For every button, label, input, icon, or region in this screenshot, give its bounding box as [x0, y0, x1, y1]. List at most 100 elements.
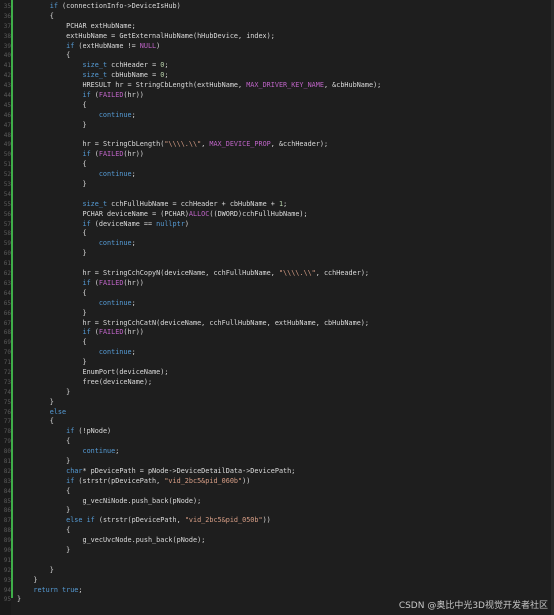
- line-number: 70: [3, 349, 11, 357]
- code-line[interactable]: 60 }: [0, 249, 554, 259]
- line-number: 60: [3, 250, 11, 258]
- code-line[interactable]: 88 {: [0, 526, 554, 536]
- line-number: 77: [3, 418, 11, 426]
- code-text: {: [66, 51, 71, 60]
- code-line[interactable]: 61: [0, 259, 554, 269]
- line-number: 67: [3, 319, 11, 327]
- code-line[interactable]: 42 size_t cbHubName = 0;: [0, 71, 554, 81]
- code-editor[interactable]: 35 if (connectionInfo->DeviceIsHub) 36 {3…: [0, 0, 554, 615]
- code-line[interactable]: 84 {: [0, 487, 554, 497]
- code-text: EnumPort(deviceName);: [82, 367, 169, 376]
- line-number: 44: [3, 92, 11, 100]
- code-line[interactable]: 38 extHubName = GetExternalHubName(hHubD…: [0, 32, 554, 42]
- code-line[interactable]: 66 }: [0, 309, 554, 319]
- code-line[interactable]: 55 size_t cchFullHubName = cchHeader + c…: [0, 200, 554, 210]
- code-line[interactable]: 67 hr = StringCchCatN(deviceName, cchFul…: [0, 319, 554, 329]
- code-line[interactable]: 48: [0, 131, 554, 141]
- code-text: }: [82, 249, 87, 258]
- line-number: 91: [3, 556, 11, 564]
- code-line[interactable]: 81 }: [0, 457, 554, 467]
- code-line[interactable]: 64 {: [0, 289, 554, 299]
- code-line[interactable]: 45 {: [0, 101, 554, 111]
- code-line[interactable]: 51 {: [0, 160, 554, 170]
- code-line[interactable]: 39 if (extHubName != NULL): [0, 42, 554, 52]
- line-number: 49: [3, 141, 11, 149]
- code-line[interactable]: 92 }: [0, 566, 554, 576]
- code-line[interactable]: 59 continue;: [0, 239, 554, 249]
- line-number: 63: [3, 279, 11, 287]
- code-text: }: [82, 120, 87, 129]
- code-text: {: [66, 526, 71, 535]
- code-text: if (connectionInfo->DeviceIsHub): [49, 2, 181, 10]
- code-line[interactable]: 80 continue;: [0, 447, 554, 457]
- code-text: {: [82, 288, 87, 297]
- code-line[interactable]: 49 hr = StringCbLength("\\\\.\\", MAX_DE…: [0, 140, 554, 150]
- code-line[interactable]: 37 PCHAR extHubName;: [0, 22, 554, 32]
- code-line[interactable]: 53 }: [0, 180, 554, 190]
- code-line[interactable]: 73 free(deviceName);: [0, 378, 554, 388]
- code-line[interactable]: 43 HRESULT hr = StringCbLength(extHubNam…: [0, 81, 554, 91]
- line-number: 76: [3, 408, 11, 416]
- code-line[interactable]: 69 {: [0, 338, 554, 348]
- line-number: 39: [3, 42, 11, 50]
- code-line[interactable]: 86 }: [0, 506, 554, 516]
- line-number: 88: [3, 527, 11, 535]
- line-number: 36: [3, 12, 11, 20]
- code-line[interactable]: 90 }: [0, 546, 554, 556]
- code-line[interactable]: 58 {: [0, 229, 554, 239]
- code-text: PCHAR deviceName = (PCHAR)ALLOC((DWORD)c…: [82, 209, 308, 218]
- line-number: 59: [3, 240, 11, 248]
- code-line[interactable]: 77 {: [0, 417, 554, 427]
- code-line[interactable]: 41 size_t cchHeader = 0;: [0, 61, 554, 71]
- code-line[interactable]: 47 }: [0, 121, 554, 131]
- code-line[interactable]: 87 else if (strstr(pDevicePath, "vid_2bc…: [0, 516, 554, 526]
- code-line[interactable]: 93 }: [0, 576, 554, 586]
- code-line[interactable]: 94 return true;: [0, 586, 554, 596]
- code-text: else: [49, 407, 67, 416]
- code-line[interactable]: 54: [0, 190, 554, 200]
- code-line[interactable]: 36 {: [0, 12, 554, 22]
- code-text: continue;: [98, 110, 136, 119]
- code-line[interactable]: 71 }: [0, 358, 554, 368]
- code-line[interactable]: 40 {: [0, 51, 554, 61]
- code-text: if (deviceName == nullptr): [82, 219, 189, 228]
- code-text: hr = StringCchCopyN(deviceName, cchFullH…: [82, 269, 369, 278]
- code-line[interactable]: 79 {: [0, 437, 554, 447]
- line-number: 90: [3, 546, 11, 554]
- code-line[interactable]: 75 }: [0, 398, 554, 408]
- code-line[interactable]: 50 if (FAILED(hr)): [0, 150, 554, 160]
- code-line[interactable]: 85 g_vecNiNode.push_back(pNode);: [0, 497, 554, 507]
- code-line[interactable]: 46 continue;: [0, 111, 554, 121]
- code-line[interactable]: 52 continue;: [0, 170, 554, 180]
- code-line[interactable]: 44 if (FAILED(hr)): [0, 91, 554, 101]
- code-text: continue;: [98, 298, 136, 307]
- code-line[interactable]: 82 char* pDevicePath = pNode->DeviceDeta…: [0, 467, 554, 477]
- code-line[interactable]: 63 if (FAILED(hr)): [0, 279, 554, 289]
- line-number: 37: [3, 22, 11, 30]
- code-text: size_t cbHubName = 0;: [82, 71, 169, 80]
- code-text: return true;: [33, 585, 83, 594]
- line-number: 84: [3, 487, 11, 495]
- code-line[interactable]: 91: [0, 556, 554, 566]
- code-line[interactable]: 57 if (deviceName == nullptr): [0, 220, 554, 230]
- code-line[interactable]: 76 else: [0, 408, 554, 418]
- code-line[interactable]: 72 EnumPort(deviceName);: [0, 368, 554, 378]
- code-line[interactable]: 74 }: [0, 388, 554, 398]
- code-area[interactable]: 35 if (connectionInfo->DeviceIsHub) 36 {3…: [0, 2, 554, 605]
- line-number: 62: [3, 270, 11, 278]
- code-line[interactable]: 56 PCHAR deviceName = (PCHAR)ALLOC((DWOR…: [0, 210, 554, 220]
- code-line[interactable]: 89 g_vecUvcNode.push_back(pNode);: [0, 536, 554, 546]
- code-line[interactable]: 35 if (connectionInfo->DeviceIsHub): [0, 2, 554, 12]
- code-line[interactable]: 65 continue;: [0, 299, 554, 309]
- line-number: 58: [3, 230, 11, 238]
- code-line[interactable]: 83 if (strstr(pDevicePath, "vid_2bc5&pid…: [0, 477, 554, 487]
- code-line[interactable]: 70 continue;: [0, 348, 554, 358]
- code-line[interactable]: 62 hr = StringCchCopyN(deviceName, cchFu…: [0, 269, 554, 279]
- line-number: 35: [3, 3, 11, 10]
- code-line[interactable]: 78 if (!pNode): [0, 427, 554, 437]
- code-line[interactable]: 68 if (FAILED(hr)): [0, 328, 554, 338]
- code-text: }: [17, 595, 22, 604]
- line-number: 47: [3, 121, 11, 129]
- code-text: }: [82, 358, 87, 367]
- code-text: }: [49, 565, 54, 574]
